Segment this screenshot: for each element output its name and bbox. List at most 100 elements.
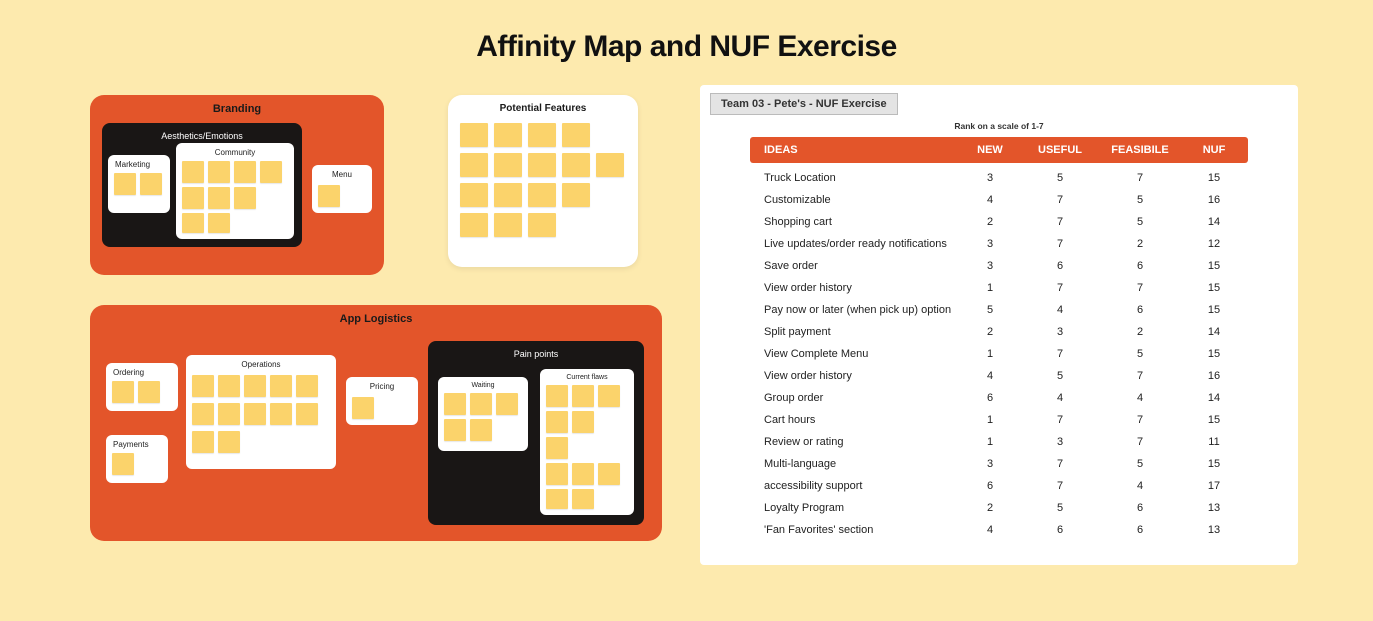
- cell-new: 4: [960, 194, 1020, 206]
- cell-feasible: 2: [1100, 238, 1180, 250]
- sticky: [496, 393, 518, 415]
- sticky: [296, 375, 318, 397]
- cell-idea: Pay now or later (when pick up) option: [750, 304, 960, 316]
- ordering-card: Ordering: [106, 363, 178, 411]
- sticky: [572, 385, 594, 407]
- sticky: [244, 403, 266, 425]
- cell-idea: View Complete Menu: [750, 348, 960, 360]
- table-row: Group order64414: [750, 387, 1248, 409]
- cell-idea: Save order: [750, 260, 960, 272]
- sticky: [208, 161, 230, 183]
- cell-nuf: 15: [1180, 348, 1248, 360]
- table-row: Loyalty Program25613: [750, 497, 1248, 519]
- sticky: [528, 123, 556, 147]
- sticky: [528, 183, 556, 207]
- sticky: [192, 431, 214, 453]
- cell-nuf: 15: [1180, 458, 1248, 470]
- cell-nuf: 15: [1180, 414, 1248, 426]
- sticky: [546, 411, 568, 433]
- cell-idea: Shopping cart: [750, 216, 960, 228]
- sticky: [192, 375, 214, 397]
- right-column: Team 03 - Pete's - NUF Exercise Rank on …: [700, 85, 1373, 565]
- sticky: [546, 463, 568, 485]
- sticky: [494, 123, 522, 147]
- table-row: Pay now or later (when pick up) option54…: [750, 299, 1248, 321]
- cell-nuf: 16: [1180, 370, 1248, 382]
- cell-feasible: 5: [1100, 458, 1180, 470]
- col-useful: USEFUL: [1020, 144, 1100, 156]
- sticky: [112, 453, 134, 475]
- cell-idea: 'Fan Favorites' section: [750, 524, 960, 536]
- sticky: [546, 489, 568, 509]
- cell-idea: Customizable: [750, 194, 960, 206]
- cell-useful: 6: [1020, 524, 1100, 536]
- sticky: [182, 161, 204, 183]
- sticky: [244, 375, 266, 397]
- cell-idea: Loyalty Program: [750, 502, 960, 514]
- cell-useful: 7: [1020, 282, 1100, 294]
- sticky: [562, 183, 590, 207]
- cell-new: 1: [960, 436, 1020, 448]
- table-row: Truck Location35715: [750, 167, 1248, 189]
- cell-feasible: 7: [1100, 436, 1180, 448]
- cell-idea: Review or rating: [750, 436, 960, 448]
- community-title: Community: [176, 143, 294, 160]
- sticky: [296, 403, 318, 425]
- cell-new: 2: [960, 216, 1020, 228]
- table-row: Split payment23214: [750, 321, 1248, 343]
- table-row: Live updates/order ready notifications37…: [750, 233, 1248, 255]
- sticky: [218, 375, 240, 397]
- sticky: [352, 397, 374, 419]
- cell-new: 2: [960, 502, 1020, 514]
- cell-feasible: 2: [1100, 326, 1180, 338]
- cell-nuf: 15: [1180, 260, 1248, 272]
- potential-title: Potential Features: [448, 95, 638, 114]
- sticky: [234, 187, 256, 209]
- nuf-panel: Team 03 - Pete's - NUF Exercise Rank on …: [700, 85, 1298, 565]
- cell-feasible: 5: [1100, 216, 1180, 228]
- sticky: [444, 419, 466, 441]
- payments-card: Payments: [106, 435, 168, 483]
- branding-card: Branding Aesthetics/Emotions Marketing C…: [90, 95, 384, 275]
- sticky: [218, 403, 240, 425]
- col-nuf: NUF: [1180, 144, 1248, 156]
- sticky: [494, 153, 522, 177]
- sticky: [528, 153, 556, 177]
- cell-new: 5: [960, 304, 1020, 316]
- community-card: Community: [176, 143, 294, 239]
- sticky: [470, 393, 492, 415]
- currentflaws-title: Current flaws: [540, 369, 634, 384]
- cell-feasible: 5: [1100, 348, 1180, 360]
- cell-useful: 7: [1020, 414, 1100, 426]
- cell-nuf: 11: [1180, 436, 1248, 448]
- cell-useful: 3: [1020, 436, 1100, 448]
- sticky: [562, 123, 590, 147]
- cell-feasible: 4: [1100, 392, 1180, 404]
- sticky: [270, 403, 292, 425]
- sticky: [112, 381, 134, 403]
- table-row: accessibility support67417: [750, 475, 1248, 497]
- cell-useful: 7: [1020, 216, 1100, 228]
- nuf-body: Truck Location35715Customizable47516Shop…: [710, 167, 1288, 541]
- sticky: [562, 153, 590, 177]
- sticky: [208, 187, 230, 209]
- cell-new: 3: [960, 238, 1020, 250]
- cell-useful: 5: [1020, 370, 1100, 382]
- menu-title: Menu: [312, 165, 372, 182]
- nuf-header-row: IDEAS NEW USEFUL FEASIBILE NUF: [750, 137, 1248, 163]
- ordering-title: Ordering: [106, 363, 178, 380]
- sticky: [460, 153, 488, 177]
- cell-feasible: 7: [1100, 414, 1180, 426]
- cell-useful: 7: [1020, 480, 1100, 492]
- cell-nuf: 17: [1180, 480, 1248, 492]
- sticky: [138, 381, 160, 403]
- sticky: [460, 213, 488, 237]
- table-row: Cart hours17715: [750, 409, 1248, 431]
- logistics-card: App Logistics Ordering Payments Operatio…: [90, 305, 662, 541]
- sticky: [218, 431, 240, 453]
- cell-new: 4: [960, 524, 1020, 536]
- table-row: Multi-language37515: [750, 453, 1248, 475]
- cell-nuf: 14: [1180, 392, 1248, 404]
- aesthetics-title: Aesthetics/Emotions: [102, 123, 302, 141]
- cell-useful: 5: [1020, 502, 1100, 514]
